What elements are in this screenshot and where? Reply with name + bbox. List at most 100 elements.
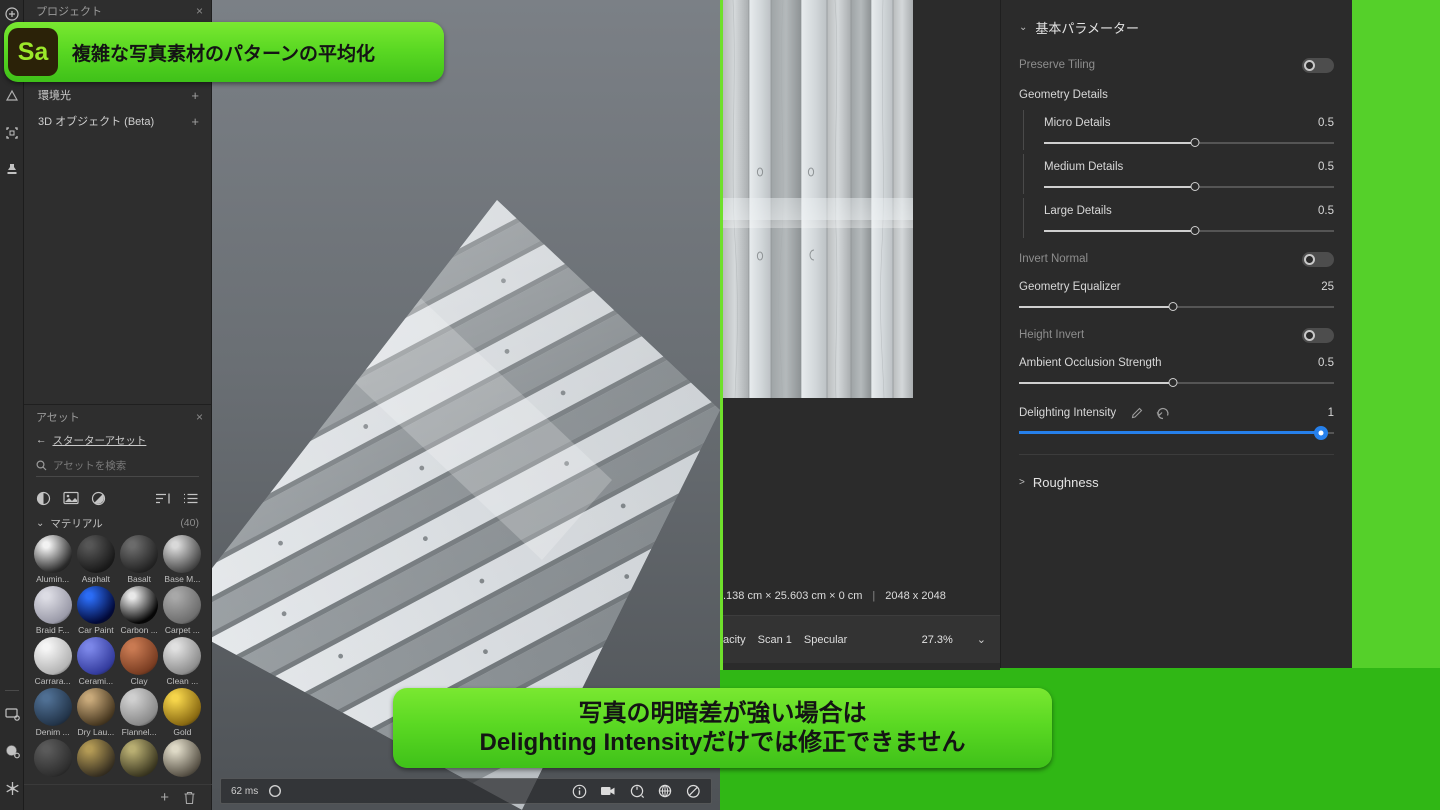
layer-specular-label[interactable]: Specular [804,634,847,646]
snowflake-icon[interactable] [0,776,24,800]
app-logo: Sa [8,28,58,76]
material-swatch[interactable]: Flannel... [119,688,160,737]
environment-sphere-icon[interactable] [658,784,673,799]
display-settings-icon[interactable] [0,702,24,726]
chevron-down-icon[interactable]: ⌄ [977,633,986,646]
materials-section-header[interactable]: ⌄ マテリアル (40) [24,513,211,533]
close-icon[interactable]: × [196,410,203,424]
material-swatch[interactable]: Basalt [119,535,160,584]
stamp-icon[interactable] [0,157,24,181]
tree-row-environment-light[interactable]: 環境光 + [24,82,211,108]
search-input[interactable] [53,459,199,472]
material-swatch[interactable]: Asphalt [75,535,116,584]
material-swatch[interactable]: Braid F... [32,586,73,635]
list-view-icon[interactable] [183,492,199,505]
texture-thumbnail[interactable] [723,0,913,398]
add-icon[interactable]: + [191,88,199,103]
back-arrow-icon[interactable]: ← [36,434,47,446]
material-label: Asphalt [81,574,111,584]
material-swatch[interactable]: Dry Lau... [75,688,116,737]
property-slider-group: Medium Details 0.5 [1023,154,1334,194]
breadcrumb-starter-assets[interactable]: スターターアセット [53,433,147,448]
material-swatch[interactable]: Denim ... [32,688,73,737]
material-sphere-icon [76,739,115,777]
viewport-status-bar: 62 ms [220,778,712,804]
property-toggle-row[interactable]: Invert Normal [1019,244,1334,274]
material-swatch[interactable]: Carpet ... [162,586,203,635]
material-sphere-icon[interactable] [686,784,701,799]
shape-icon[interactable] [0,84,24,108]
property-slider-group: Large Details 0.5 [1023,198,1334,238]
section-count: (40) [180,517,199,529]
material-label: Base M... [164,574,201,584]
material-swatch[interactable]: Carbon ... [119,586,160,635]
material-sphere-icon [76,637,115,675]
material-swatch[interactable]: Carrara... [32,637,73,686]
property-value: 0.5 [1318,117,1334,129]
chevron-right-icon: > [1019,476,1025,488]
material-swatch[interactable]: Cerami... [75,637,116,686]
property-row: Micro Details 0.5 [1044,110,1334,136]
property-slider[interactable] [1044,224,1334,238]
physical-dimensions: .138 cm × 25.603 cm × 0 cm [723,590,863,602]
lighting-icon[interactable] [630,784,645,799]
property-slider[interactable] [1019,376,1334,390]
toggle-switch[interactable] [1302,251,1334,267]
property-label: Medium Details [1044,161,1124,173]
caption-top: 複雑な写真素材のパターンの平均化 [4,22,444,82]
material-label: Carbon ... [120,625,158,635]
properties-list: Preserve Tiling Geometry Details Micro Det… [1019,50,1334,440]
chroma-background-bottom-right [1000,668,1440,810]
material-label: Braid F... [35,625,70,635]
property-label: Geometry Equalizer [1019,281,1121,293]
property-value: 25 [1321,281,1334,293]
property-label: Geometry Details [1019,89,1108,101]
material-swatch[interactable]: Clean ... [162,637,203,686]
material-label: Denim ... [35,727,70,737]
filter-circle-icon[interactable] [91,491,106,506]
property-section-header: Geometry Details [1019,80,1334,110]
image-icon[interactable] [63,491,79,505]
material-swatch[interactable] [75,739,116,778]
sort-icon[interactable] [155,492,171,505]
reset-icon[interactable] [1155,407,1170,420]
trash-icon[interactable] [183,791,196,805]
property-slider[interactable] [1019,426,1334,440]
material-swatch[interactable]: Gold [162,688,203,737]
property-slider[interactable] [1019,300,1334,314]
environment-icon[interactable] [0,739,24,763]
resolution: 2048 x 2048 [885,590,946,602]
material-swatch[interactable]: Car Paint [75,586,116,635]
zoom-level[interactable]: 27.3% [922,634,953,646]
crop-frame-icon[interactable] [0,121,24,145]
material-label: Gold [173,727,192,737]
asset-search-box[interactable] [36,455,199,477]
layer-scan-label[interactable]: Scan 1 [758,634,792,646]
material-swatch[interactable] [119,739,160,778]
material-swatch[interactable] [162,739,203,778]
material-swatch[interactable]: Alumin... [32,535,73,584]
property-toggle-row[interactable]: Height Invert [1019,320,1334,350]
material-swatch[interactable] [32,739,73,778]
tree-row-3d-object[interactable]: 3D オブジェクト (Beta) + [24,108,211,134]
toggle-switch[interactable] [1302,57,1334,73]
eyedropper-icon[interactable] [1130,407,1143,420]
toggle-switch[interactable] [1302,327,1334,343]
property-slider[interactable] [1044,136,1334,150]
roughness-group-header[interactable]: > Roughness [1019,465,1334,499]
materials-grid: Alumin... Asphalt Basalt Base M... Braid F..… [24,533,211,778]
camera-icon[interactable] [600,784,617,798]
basic-parameters-group-header[interactable]: ⌄ 基本パラメーター [1019,10,1334,44]
caption-bottom-line1: 写真の明暗差が強い場合は [578,699,867,727]
add-asset-icon[interactable]: + [160,789,169,806]
property-slider[interactable] [1044,180,1334,194]
add-icon[interactable]: + [191,114,199,129]
close-icon[interactable]: × [196,5,203,17]
material-sphere-icon[interactable] [36,491,51,506]
property-toggle-row[interactable]: Preserve Tiling [1019,50,1334,80]
material-swatch[interactable]: Base M... [162,535,203,584]
app-logo-text: Sa [17,37,49,66]
info-icon[interactable] [572,784,587,799]
material-swatch[interactable]: Clay [119,637,160,686]
material-sphere-icon [76,535,115,573]
